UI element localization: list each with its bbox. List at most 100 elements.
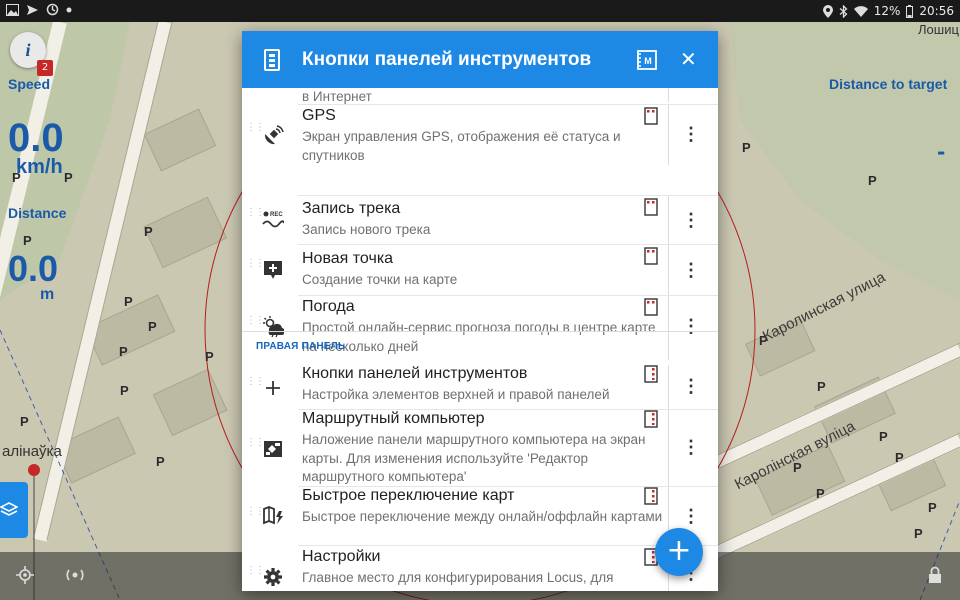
panel-preset-icon[interactable]: M — [637, 50, 657, 70]
map-switch-icon — [263, 506, 283, 525]
status-bar: 12% 20:56 — [0, 0, 960, 22]
more-options-icon[interactable]: ⋮ — [682, 261, 700, 279]
svg-text:P: P — [144, 224, 153, 239]
distance-value: 0.0 — [8, 248, 59, 289]
speed-label: Speed — [8, 76, 51, 92]
satellite-icon — [264, 125, 284, 145]
svg-text:P: P — [742, 140, 751, 155]
distance-label: Distance — [8, 205, 67, 221]
dashboard-icon — [264, 441, 282, 457]
lock-icon[interactable] — [928, 566, 942, 584]
item-separator — [668, 105, 669, 165]
image-icon — [6, 3, 19, 16]
drag-handle-icon[interactable]: ⋮⋮ — [246, 566, 265, 576]
list-item-track-record[interactable]: ⋮⋮ REC Запись трека Запись нового трека … — [242, 196, 718, 244]
place-label: алінаўка — [2, 443, 62, 460]
svg-text:P: P — [868, 173, 877, 188]
item-title: Маршрутный компьютер — [302, 410, 485, 427]
toolbar-buttons-dialog: Кнопки панелей инструментов M ✕ в Интерн… — [242, 31, 718, 591]
drag-handle-icon[interactable]: ⋮⋮ — [246, 377, 265, 387]
more-options-icon[interactable]: ⋮ — [682, 377, 700, 395]
item-title: Погода — [302, 298, 355, 315]
drag-handle-icon[interactable]: ⋮⋮ — [246, 123, 265, 133]
svg-text:P: P — [20, 414, 29, 429]
weather-icon — [263, 316, 284, 338]
item-title: Кнопки панелей инструментов — [302, 365, 528, 382]
list-item-settings[interactable]: ⋮⋮ Настройки Главное место для конфигури… — [242, 546, 718, 591]
right-panel-indicator-icon — [644, 487, 658, 505]
drag-handle-icon[interactable]: ⋮⋮ — [246, 316, 265, 326]
more-options-icon[interactable]: ⋮ — [682, 211, 700, 229]
svg-text:P: P — [817, 379, 826, 394]
more-options-icon[interactable]: ⋮ — [682, 438, 700, 456]
list-item-quick-map-switch[interactable]: ⋮⋮ Быстрое переключение карт Быстрое пер… — [242, 487, 718, 545]
add-button[interactable]: + — [655, 528, 703, 576]
plus-icon — [266, 381, 280, 395]
top-panel-indicator-icon — [644, 198, 658, 216]
drag-handle-icon[interactable]: ⋮⋮ — [246, 259, 265, 269]
top-map-label: Лошиц — [918, 22, 959, 37]
layers-button[interactable] — [0, 482, 28, 538]
item-separator — [668, 410, 669, 486]
svg-text:P: P — [914, 526, 923, 541]
item-title: GPS — [302, 107, 336, 124]
svg-text:P: P — [156, 454, 165, 469]
item-desc: Главное место для конфигурирования Locus… — [302, 570, 614, 585]
battery-percent: 12% — [873, 4, 901, 18]
list-item-partial: в Интернет — [242, 88, 718, 104]
more-options-icon[interactable]: ⋮ — [682, 507, 700, 525]
wifi-icon — [853, 6, 868, 17]
item-desc: Создание точки на карте — [302, 272, 458, 287]
svg-text:P: P — [928, 500, 937, 515]
more-options-icon[interactable]: ⋮ — [682, 317, 700, 335]
drag-handle-icon[interactable]: ⋮⋮ — [246, 507, 265, 517]
list-item-gps[interactable]: ⋮⋮ GPS Экран управления GPS, отображения… — [242, 105, 718, 165]
more-options-icon[interactable]: ⋮ — [682, 125, 700, 143]
gps-center-icon[interactable] — [16, 566, 34, 584]
top-panel-indicator-icon — [644, 247, 658, 265]
drag-handle-icon[interactable]: ⋮⋮ — [246, 208, 265, 218]
item-title: Запись трека — [302, 200, 401, 217]
toolbar-panel-icon — [264, 49, 280, 71]
item-desc: Простой онлайн-сервис прогноза погоды в … — [302, 320, 656, 354]
close-icon[interactable]: ✕ — [680, 46, 697, 72]
top-panel-indicator-icon — [644, 107, 658, 125]
clock: 20:56 — [919, 4, 954, 18]
sync-icon — [46, 3, 59, 16]
distance-unit: m — [40, 286, 55, 303]
gear-icon — [264, 568, 282, 586]
svg-text:P: P — [119, 344, 128, 359]
item-desc: Наложение панели маршрутного компьютера … — [302, 432, 646, 484]
item-desc: Настройка элементов верхней и правой пан… — [302, 387, 610, 402]
distance-to-target-label: Distance to target — [829, 76, 948, 92]
item-desc: Запись нового трека — [302, 222, 431, 237]
item-desc: Быстрое переключение между онлайн/оффлай… — [302, 509, 663, 524]
svg-text:M: M — [644, 56, 652, 66]
drag-handle-icon[interactable]: ⋮⋮ — [246, 438, 265, 448]
info-badge: 2 — [37, 60, 53, 76]
layers-icon — [0, 502, 18, 516]
item-title: Быстрое переключение карт — [302, 487, 515, 504]
list-item-route-computer[interactable]: ⋮⋮ Маршрутный компьютер Наложение панели… — [242, 410, 718, 486]
dialog-header: Кнопки панелей инструментов M ✕ — [242, 31, 718, 88]
track-record-icon: REC — [262, 211, 284, 228]
location-icon — [822, 4, 833, 18]
dialog-title: Кнопки панелей инструментов — [302, 49, 592, 70]
list-item-toolbar-buttons[interactable]: ⋮⋮ Кнопки панелей инструментов Настройка… — [242, 365, 718, 409]
svg-text:P: P — [205, 349, 214, 364]
speed-unit: km/h — [16, 156, 63, 178]
battery-icon — [906, 4, 914, 18]
svg-text:P: P — [23, 233, 32, 248]
svg-text:P: P — [895, 450, 904, 465]
right-panel-indicator-icon — [644, 365, 658, 383]
guidance-icon[interactable] — [65, 566, 85, 584]
list-item-new-point[interactable]: ⋮⋮ Новая точка Создание точки на карте ⋮ — [242, 245, 718, 295]
section-divider — [242, 331, 718, 332]
send-icon — [27, 4, 38, 15]
svg-text:P: P — [64, 170, 73, 185]
item-separator — [668, 296, 669, 360]
svg-text:P: P — [120, 383, 129, 398]
svg-text:REC: REC — [270, 212, 283, 218]
section-header-right-panel: ПРАВАЯ ПАНЕЛЬ — [256, 341, 346, 352]
item-separator — [668, 365, 669, 409]
